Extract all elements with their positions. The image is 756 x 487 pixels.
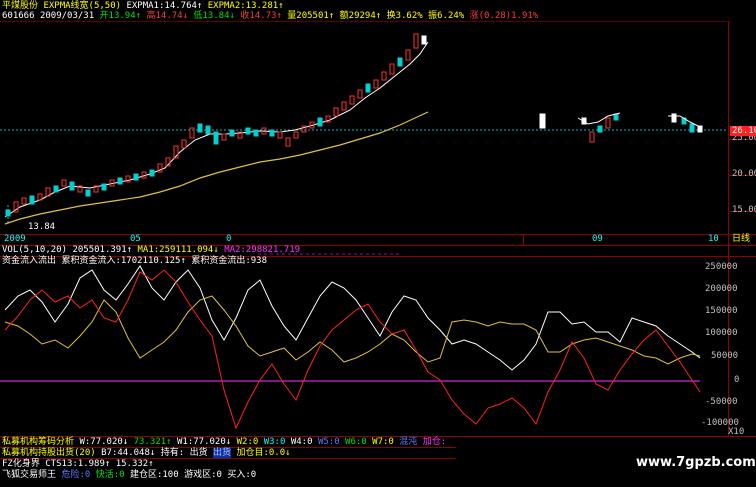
row1-w7: W7:0 xyxy=(372,437,394,447)
row1-w: W:77.020↓ xyxy=(79,437,129,447)
row1-g1: 73.321↑ xyxy=(133,437,172,447)
row2-out2: 出货 xyxy=(213,448,232,458)
row2-name: 私募机构持股出货(20) xyxy=(2,448,96,458)
candles-left xyxy=(5,33,427,217)
bottom-row-3: FZ化身界 CTS13:1.989↑ 15.332↑ xyxy=(2,459,154,470)
row1-add: 加仓: xyxy=(422,437,447,447)
row4-e: 买入:0 xyxy=(227,470,257,480)
row3-name: FZ化身界 xyxy=(2,459,40,469)
ema2-line xyxy=(4,111,429,225)
site-watermark: www.7gpzb.com xyxy=(636,455,756,470)
row2-add: 加仓目:0.0↓ xyxy=(236,448,291,458)
row2-b7: B7:44.048↓ xyxy=(101,448,156,458)
flow-white-line xyxy=(4,265,701,371)
flow-yellow-line xyxy=(4,295,701,365)
row2-out: 出货 xyxy=(189,448,208,458)
row4-c: 建仓区:100 xyxy=(129,470,179,480)
row3-v: 15.332↑ xyxy=(115,459,154,469)
chart-canvas xyxy=(0,33,728,430)
bottom-row-2: 私募机构持股出货(20) B7:44.048↓ 持有: 出货 出货 加仓目:0.… xyxy=(2,448,291,459)
row4-b: 快活:0 xyxy=(95,470,125,480)
row1-w1: W1:77.020↓ xyxy=(177,437,232,447)
row1-name: 私募机构筹码分析 xyxy=(2,437,75,447)
row1-w8: 混沌 xyxy=(399,437,418,447)
bottom-row-1: 私募机构筹码分析 W:77.020↓ 73.321↑ W1:77.020↓ W2… xyxy=(2,437,446,448)
candles-right xyxy=(539,113,703,143)
row1-w2: W2:0 xyxy=(236,437,259,447)
row4-a: 危险:0 xyxy=(61,470,91,480)
flow-red-line xyxy=(4,269,701,430)
row1-w3: W3:0 xyxy=(263,437,286,447)
row4-name: 飞狐交易师王 xyxy=(2,470,57,480)
row1-w6: W6:0 xyxy=(345,437,367,447)
row3-cts: CTS13:1.989↑ xyxy=(45,459,111,469)
row4-d: 游戏区:0 xyxy=(184,470,222,480)
row1-w5: W5:0 xyxy=(317,437,340,447)
row2-hold: 持有: xyxy=(160,448,185,458)
row1-w4: W4:0 xyxy=(290,437,313,447)
bottom-row-4: 飞狐交易师王 危险:0 快活:0 建仓区:100 游戏区:0 买入:0 xyxy=(2,470,256,481)
